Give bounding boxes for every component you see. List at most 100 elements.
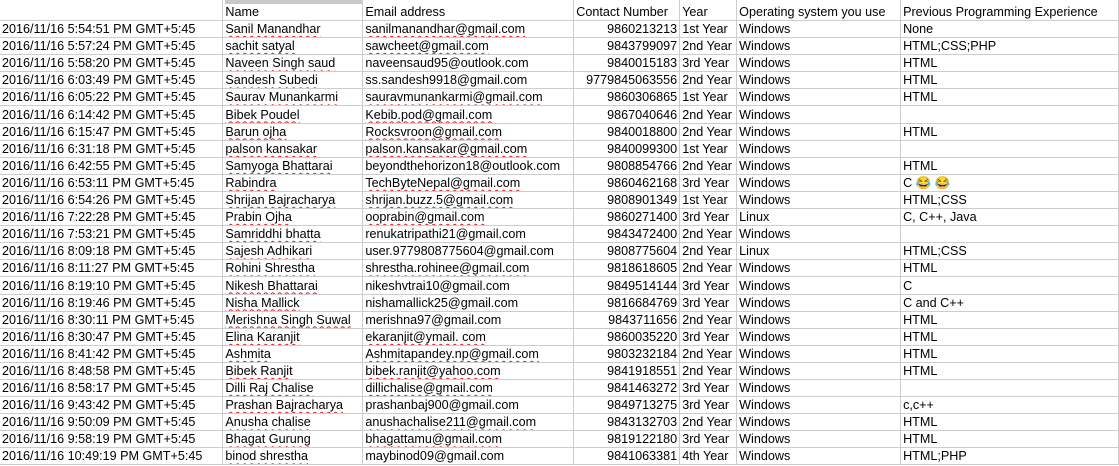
cell-operating-system[interactable]: Windows (736, 328, 902, 346)
cell-contact-number[interactable]: 9849514144 (573, 276, 681, 295)
cell-timestamp[interactable]: 2016/11/16 5:57:24 PM GMT+5:45 (0, 37, 224, 56)
cell-year[interactable]: 4th Year (679, 447, 738, 466)
cell-operating-system[interactable]: Windows (736, 54, 902, 73)
cell-year[interactable]: 1st Year (679, 20, 738, 39)
cell-email[interactable]: prashanbaj900@gmail.com (362, 396, 575, 415)
cell-contact-number[interactable]: 9818618605 (573, 259, 681, 278)
cell-name[interactable]: Anusha chalise (222, 413, 364, 432)
cell-year[interactable]: 2nd Year (679, 362, 738, 380)
cell-name[interactable]: Rohini Shrestha (222, 259, 364, 278)
cell-operating-system[interactable]: Windows (736, 123, 902, 141)
cell-timestamp[interactable]: 2016/11/16 6:53:11 PM GMT+5:45 (0, 174, 224, 192)
cell-name[interactable]: Naveen Singh saud (222, 54, 364, 73)
cell-operating-system[interactable]: Windows (736, 447, 902, 466)
cell-timestamp[interactable]: 2016/11/16 6:14:42 PM GMT+5:45 (0, 105, 224, 124)
cell-programming-experience[interactable]: HTML (900, 362, 1119, 380)
cell-contact-number[interactable]: 9841063381 (573, 447, 681, 466)
cell-year[interactable]: 2nd Year (679, 311, 738, 329)
cell-year[interactable]: 3rd Year (679, 328, 738, 346)
cell-email[interactable]: dillichalise@gmail.com (362, 379, 575, 398)
cell-contact-number[interactable]: 9843132703 (573, 413, 681, 432)
cell-programming-experience[interactable] (900, 105, 1119, 124)
cell-email[interactable]: user.9779808775604@gmail.com (362, 242, 575, 261)
cell-name[interactable]: Nikesh Bhattarai (222, 276, 364, 295)
cell-contact-number[interactable]: 9779845063556 (573, 71, 681, 90)
header-cell-timestamp[interactable] (0, 0, 224, 21)
cell-contact-number[interactable]: 9860462168 (573, 174, 681, 192)
cell-name[interactable]: Samyoga Bhattarai (222, 157, 364, 175)
cell-contact-number[interactable]: 9860035220 (573, 328, 681, 346)
cell-year[interactable]: 1st Year (679, 88, 738, 107)
cell-programming-experience[interactable]: None (900, 20, 1119, 39)
cell-operating-system[interactable]: Windows (736, 225, 902, 244)
cell-email[interactable]: nishamallick25@gmail.com (362, 294, 575, 312)
cell-timestamp[interactable]: 2016/11/16 6:15:47 PM GMT+5:45 (0, 123, 224, 141)
cell-email[interactable]: naveensaud95@outlook.com (362, 54, 575, 73)
cell-year[interactable]: 2nd Year (679, 345, 738, 363)
cell-email[interactable]: beyondthehorizon18@outlook.com (362, 157, 575, 175)
cell-timestamp[interactable]: 2016/11/16 9:43:42 PM GMT+5:45 (0, 396, 224, 415)
cell-email[interactable]: TechByteNepal@gmail.com (362, 174, 575, 192)
cell-year[interactable]: 1st Year (679, 140, 738, 158)
cell-contact-number[interactable]: 9808854766 (573, 157, 681, 175)
cell-programming-experience[interactable]: HTML;CSS;PHP (900, 37, 1119, 56)
cell-programming-experience[interactable] (900, 379, 1119, 398)
cell-timestamp[interactable]: 2016/11/16 8:09:18 PM GMT+5:45 (0, 242, 224, 261)
cell-year[interactable]: 1st Year (679, 191, 738, 210)
cell-timestamp[interactable]: 2016/11/16 8:30:47 PM GMT+5:45 (0, 328, 224, 346)
cell-year[interactable]: 3rd Year (679, 276, 738, 295)
cell-contact-number[interactable]: 9843472400 (573, 225, 681, 244)
cell-email[interactable]: Kebib.pod@gmail.com (362, 105, 575, 124)
cell-email[interactable]: palson.kansakar@gmail.com (362, 140, 575, 158)
cell-contact-number[interactable]: 9808775604 (573, 242, 681, 261)
cell-operating-system[interactable]: Windows (736, 430, 902, 449)
cell-email[interactable]: sanilmanandhar@gmail.com (362, 20, 575, 39)
cell-contact-number[interactable]: 9808901349 (573, 191, 681, 210)
cell-year[interactable]: 2nd Year (679, 105, 738, 124)
cell-timestamp[interactable]: 2016/11/16 6:42:55 PM GMT+5:45 (0, 157, 224, 175)
cell-programming-experience[interactable]: HTML (900, 157, 1119, 175)
cell-year[interactable]: 2nd Year (679, 157, 738, 175)
cell-programming-experience[interactable]: HTML;CSS (900, 242, 1119, 261)
cell-year[interactable]: 2nd Year (679, 71, 738, 90)
cell-programming-experience[interactable]: C, C++, Java (900, 208, 1119, 227)
cell-contact-number[interactable]: 9849713275 (573, 396, 681, 415)
cell-name[interactable]: Prabin Ojha (222, 208, 364, 227)
cell-email[interactable]: merishna97@gmail.com (362, 311, 575, 329)
cell-name[interactable]: Sanil Manandhar (222, 20, 364, 39)
cell-contact-number[interactable]: 9803232184 (573, 345, 681, 363)
cell-programming-experience[interactable]: HTML (900, 345, 1119, 363)
cell-year[interactable]: 3rd Year (679, 396, 738, 415)
header-cell-name[interactable]: Name (222, 0, 364, 21)
cell-contact-number[interactable]: 9860213213 (573, 20, 681, 39)
cell-operating-system[interactable]: Windows (736, 345, 902, 363)
cell-operating-system[interactable]: Windows (736, 140, 902, 158)
cell-programming-experience[interactable]: HTML;CSS (900, 191, 1119, 210)
cell-year[interactable]: 3rd Year (679, 54, 738, 73)
header-cell-contact-number[interactable]: Contact Number (573, 0, 681, 21)
header-cell-operating-system[interactable]: Operating system you use (736, 0, 902, 21)
cell-email[interactable]: ss.sandesh9918@gmail.com (362, 71, 575, 90)
cell-contact-number[interactable]: 9843711656 (573, 311, 681, 329)
cell-programming-experience[interactable]: HTML (900, 123, 1119, 141)
header-cell-year[interactable]: Year (679, 0, 738, 21)
cell-year[interactable]: 2nd Year (679, 259, 738, 278)
cell-email[interactable]: Ashmitapandey.np@gmail.com (362, 345, 575, 363)
cell-name[interactable]: Bhagat Gurung (222, 430, 364, 449)
cell-contact-number[interactable]: 9840018800 (573, 123, 681, 141)
cell-name[interactable]: Bibek Ranjit (222, 362, 364, 380)
cell-year[interactable]: 2nd Year (679, 37, 738, 56)
cell-year[interactable]: 2nd Year (679, 225, 738, 244)
cell-programming-experience[interactable]: HTML (900, 328, 1119, 346)
cell-name[interactable]: binod shrestha (222, 447, 364, 466)
cell-email[interactable]: ooprabin@gmail.com (362, 208, 575, 227)
cell-programming-experience[interactable]: HTML (900, 259, 1119, 278)
cell-name[interactable]: Ashmita (222, 345, 364, 363)
cell-programming-experience[interactable]: C 😂 😂 (900, 174, 1119, 192)
cell-programming-experience[interactable]: c,c++ (900, 396, 1119, 415)
cell-name[interactable]: palson kansakar (222, 140, 364, 158)
cell-email[interactable]: Rocksvroon@gmail.com (362, 123, 575, 141)
cell-email[interactable]: shrestha.rohinee@gmail.com (362, 259, 575, 278)
header-cell-email[interactable]: Email address (362, 0, 575, 21)
cell-year[interactable]: 3rd Year (679, 294, 738, 312)
